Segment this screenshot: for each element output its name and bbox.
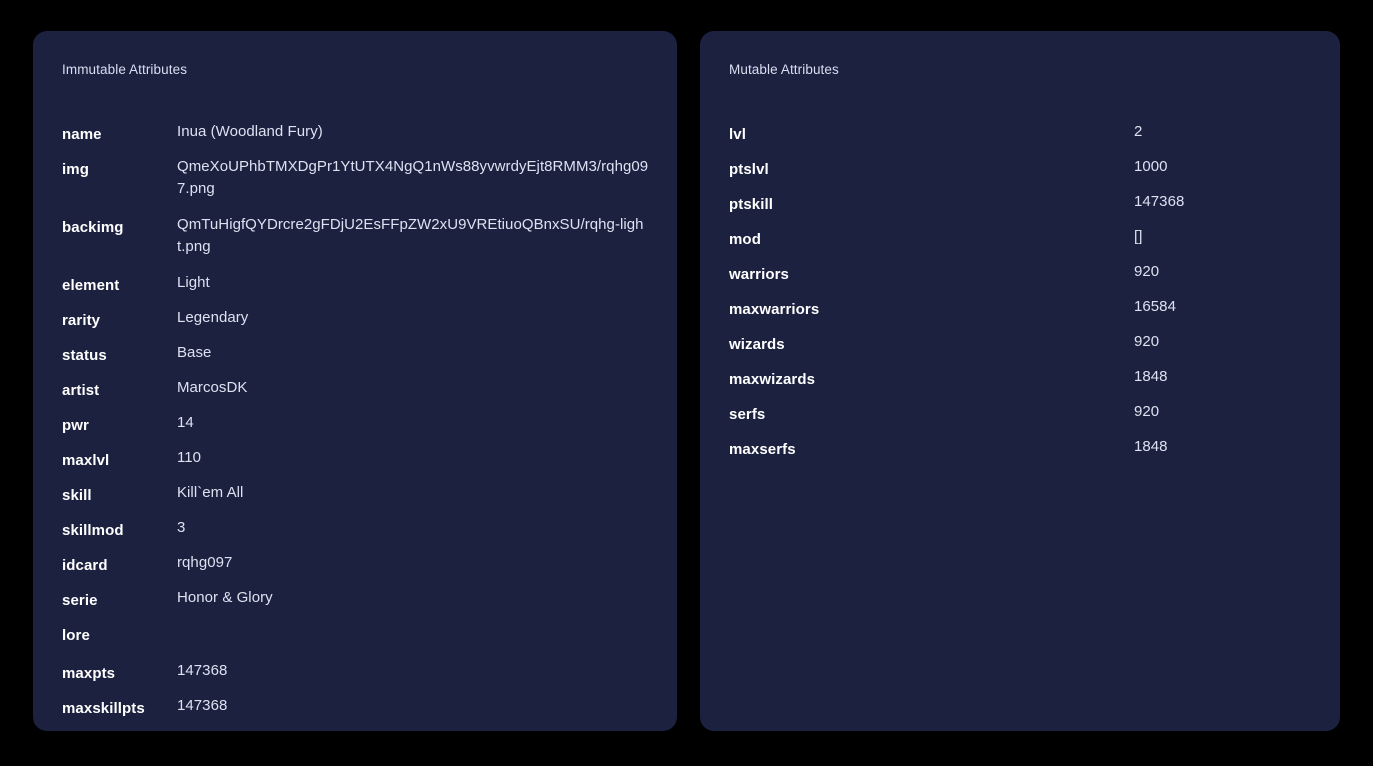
page-root: Immutable Attributes name Inua (Woodland … [0,0,1373,766]
attribute-label-idcard: idcard [62,557,108,574]
attribute-value-rarity: Legendary [177,309,249,326]
attribute-label-maxserfs: maxserfs [729,441,796,458]
attribute-row: maxskillpts 147368 [62,691,651,726]
attribute-value-maxserfs: 1848 [1134,438,1168,455]
attribute-label-maxwizards: maxwizards [729,371,816,388]
attribute-label-maxwarriors: maxwarriors [729,301,820,318]
attribute-label-backimg: backimg [62,219,124,236]
attributes-cards-row: Immutable Attributes name Inua (Woodland … [33,31,1340,731]
attribute-label-lvl: lvl [729,126,746,143]
attribute-label-wizards: wizards [729,336,785,353]
attribute-value-skill: Kill`em All [177,484,244,501]
attribute-row: wizards 920 [729,327,1314,362]
attribute-value-element: Light [177,274,210,291]
attribute-value-status: Base [177,344,212,361]
attribute-value-maxskillpts: 147368 [177,697,228,714]
attribute-row: maxpts 147368 [62,656,651,691]
attribute-value-backimg: QmTuHigfQYDrcre2gFDjU2EsFFpZW2xU9VREtiuo… [177,216,644,255]
attribute-value-warriors: 920 [1134,263,1160,280]
attribute-row: idcard rqhg097 [62,548,651,583]
mutable-attributes-card: Mutable Attributes lvl 2 ptslvl 1000 ptskill… [700,31,1340,731]
attribute-value-serfs: 920 [1134,403,1160,420]
attribute-label-skill: skill [62,487,92,504]
attribute-label-lore: lore [62,627,90,644]
attribute-value-ptskill: 147368 [1134,193,1185,210]
immutable-attributes-header: Immutable Attributes [62,62,188,77]
attribute-row: backimg QmTuHigfQYDrcre2gFDjU2EsFFpZW2xU9… [62,210,651,268]
attribute-row: rarity Legendary [62,303,651,338]
mutable-attributes-list: lvl 2 ptslvl 1000 ptskill 147368 mod [] warriors… [700,117,1340,467]
attribute-label-skillmod: skillmod [62,522,124,539]
attribute-value-wizards: 920 [1134,333,1160,350]
attribute-value-pwr: 14 [177,414,194,431]
attribute-row: ptslvl 1000 [729,152,1314,187]
attribute-label-element: element [62,277,120,294]
attribute-row: maxwizards 1848 [729,362,1314,397]
attribute-row: warriors 920 [729,257,1314,292]
attribute-label-name: name [62,126,102,143]
attribute-row: maxwarriors 16584 [729,292,1314,327]
attribute-value-serie: Honor & Glory [177,589,273,606]
attribute-row: skillmod 3 [62,513,651,548]
mutable-attributes-header: Mutable Attributes [729,62,839,77]
attribute-row: img QmeXoUPhbTMXDgPr1YtUTX4NgQ1nWs88yvwrd… [62,152,651,210]
attribute-value-idcard: rqhg097 [177,554,233,571]
immutable-attributes-list: name Inua (Woodland Fury) img QmeXoUPhbTMXD… [33,117,677,726]
attribute-label-warriors: warriors [729,266,789,283]
attribute-row: maxlvl 110 [62,443,651,478]
attribute-value-img: QmeXoUPhbTMXDgPr1YtUTX4NgQ1nWs88yvwrdyEj… [177,158,649,197]
attribute-value-maxwizards: 1848 [1134,368,1168,385]
attribute-value-maxwarriors: 16584 [1134,298,1176,315]
immutable-attributes-card: Immutable Attributes name Inua (Woodland … [33,31,677,731]
attribute-row: serfs 920 [729,397,1314,432]
attribute-row: serie Honor & Glory [62,583,651,618]
attribute-label-maxpts: maxpts [62,665,116,682]
attribute-label-maxlvl: maxlvl [62,452,110,469]
attribute-row: pwr 14 [62,408,651,443]
attribute-label-ptskill: ptskill [729,196,774,213]
attribute-row: name Inua (Woodland Fury) [62,117,651,152]
attribute-label-serfs: serfs [729,406,766,423]
attribute-value-artist: MarcosDK [177,379,248,396]
attribute-value-mod: [] [1134,228,1143,245]
attribute-row: lore [62,618,651,656]
attribute-row: maxserfs 1848 [729,432,1314,467]
attribute-label-ptslvl: ptslvl [729,161,769,178]
attribute-value-maxpts: 147368 [177,662,228,679]
attribute-label-mod: mod [729,231,761,248]
attribute-row: artist MarcosDK [62,373,651,408]
attribute-label-serie: serie [62,592,98,609]
attribute-value-name: Inua (Woodland Fury) [177,123,323,140]
attribute-label-artist: artist [62,382,100,399]
attribute-label-maxskillpts: maxskillpts [62,700,145,717]
attribute-label-pwr: pwr [62,417,89,434]
attribute-value-skillmod: 3 [177,519,186,536]
attribute-value-lore [177,618,651,622]
attribute-value-maxlvl: 110 [177,449,202,466]
attribute-label-rarity: rarity [62,312,101,329]
attribute-row: lvl 2 [729,117,1314,152]
attribute-row: status Base [62,338,651,373]
attribute-row: mod [] [729,222,1314,257]
attribute-value-ptslvl: 1000 [1134,158,1168,175]
attribute-value-lvl: 2 [1134,123,1143,140]
attribute-label-img: img [62,161,89,178]
attribute-row: skill Kill`em All [62,478,651,513]
attribute-label-status: status [62,347,107,364]
attribute-row: element Light [62,268,651,303]
attribute-row: ptskill 147368 [729,187,1314,222]
